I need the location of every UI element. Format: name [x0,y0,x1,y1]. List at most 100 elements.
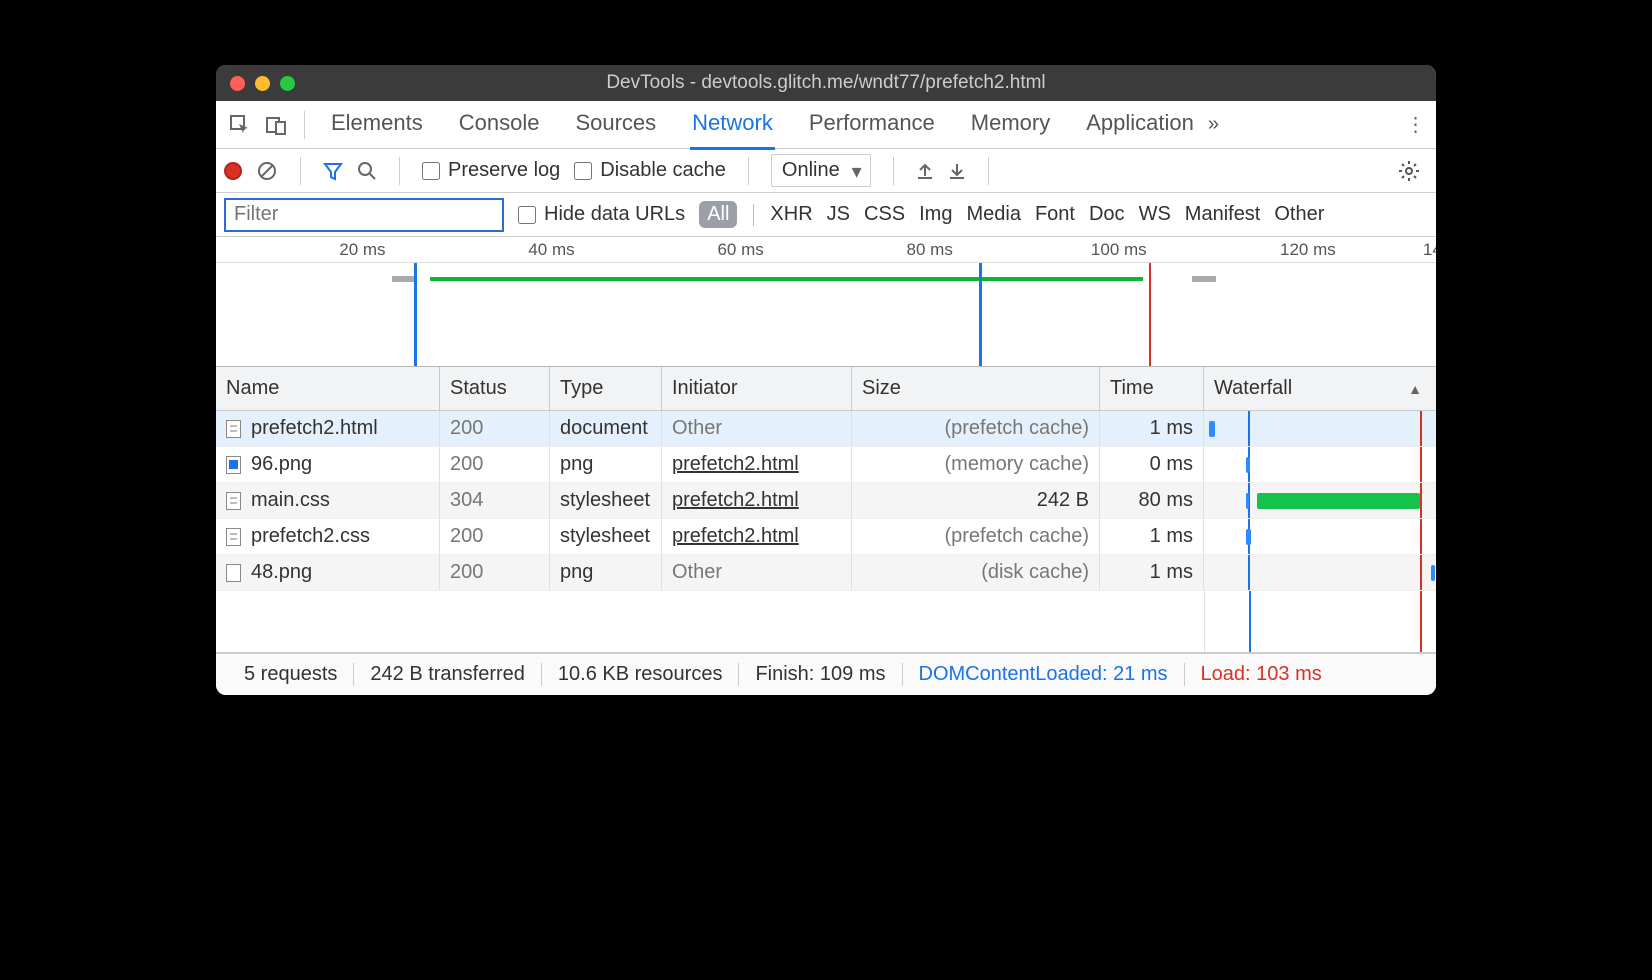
tab-memory[interactable]: Memory [969,100,1052,150]
filter-type-media[interactable]: Media [966,203,1020,226]
zoom-window-button[interactable] [280,76,295,91]
column-type[interactable]: Type [550,367,662,410]
load-line [1420,447,1422,482]
request-size: (prefetch cache) [852,519,1100,554]
status-load: Load: 103 ms [1185,663,1338,686]
clear-icon[interactable] [256,160,278,182]
hide-data-urls-checkbox[interactable]: Hide data URLs [518,203,685,226]
request-name: prefetch2.html [251,417,378,440]
filter-type-all[interactable]: All [699,201,737,228]
request-status: 200 [440,555,550,590]
preserve-log-checkbox[interactable]: Preserve log [422,159,560,182]
request-type: stylesheet [550,483,662,518]
timeline-tick: 80 ms [907,240,953,260]
request-status: 200 [440,411,550,446]
filter-input[interactable] [224,198,504,232]
column-name[interactable]: Name [216,367,440,410]
column-status[interactable]: Status [440,367,550,410]
customize-menu-button[interactable]: ⋮ [1403,112,1428,137]
main-tabs-row: Elements Console Sources Network Performance… [216,101,1436,149]
status-domcontentloaded: DOMContentLoaded: 21 ms [903,663,1185,686]
filter-type-doc[interactable]: Doc [1089,203,1125,226]
filter-icon[interactable] [323,161,343,181]
hide-data-urls-label: Hide data URLs [544,203,685,226]
load-line [1420,519,1422,554]
request-row[interactable]: prefetch2.css200stylesheetprefetch2.html… [216,519,1436,555]
download-har-icon[interactable] [948,162,966,180]
request-status: 200 [440,519,550,554]
column-waterfall[interactable]: Waterfall [1204,367,1436,410]
document-icon [226,420,241,438]
load-line [1420,555,1422,590]
request-name: prefetch2.css [251,525,370,548]
close-window-button[interactable] [230,76,245,91]
timeline-segment [1192,276,1216,282]
requests-table-body: prefetch2.html200documentOther(prefetch … [216,411,1436,591]
minimize-window-button[interactable] [255,76,270,91]
preserve-log-label: Preserve log [448,159,560,182]
filter-type-css[interactable]: CSS [864,203,905,226]
request-initiator[interactable]: prefetch2.html [672,525,799,548]
tab-performance[interactable]: Performance [807,100,937,150]
search-icon[interactable] [357,161,377,181]
timeline-tick: 40 ms [528,240,574,260]
throttling-select[interactable]: Online [771,154,871,187]
filter-type-manifest[interactable]: Manifest [1185,203,1261,226]
filter-type-xhr[interactable]: XHR [770,203,812,226]
dcl-line [1248,411,1250,446]
timeline-marker [414,263,417,366]
waterfall-bar [1431,565,1435,581]
request-initiator[interactable]: prefetch2.html [672,453,799,476]
timeline-segment [392,276,414,282]
divider [300,157,301,185]
tab-application[interactable]: Application [1084,100,1196,150]
status-requests: 5 requests [228,663,354,686]
timeline-marker [979,263,982,366]
upload-har-icon[interactable] [916,162,934,180]
record-button[interactable] [224,162,242,180]
request-initiator[interactable]: prefetch2.html [672,489,799,512]
filter-type-js[interactable]: JS [827,203,850,226]
tab-elements[interactable]: Elements [329,100,425,150]
request-row[interactable]: 48.png200pngOther(disk cache)1 ms [216,555,1436,591]
throttling-value: Online [782,159,840,181]
request-type: document [550,411,662,446]
timeline-marker [1149,263,1151,366]
load-line [1420,591,1422,652]
request-waterfall [1204,555,1436,590]
device-toolbar-icon[interactable] [260,109,292,141]
dcl-line [1248,555,1250,590]
tab-console[interactable]: Console [457,100,542,150]
tab-sources[interactable]: Sources [573,100,658,150]
request-row[interactable]: 96.png200pngprefetch2.html(memory cache)… [216,447,1436,483]
divider [988,157,989,185]
inspect-element-icon[interactable] [224,109,256,141]
timeline-overview[interactable]: 20 ms40 ms60 ms80 ms100 ms120 ms14 [216,237,1436,367]
load-line [1420,483,1422,518]
divider [748,157,749,185]
settings-icon[interactable] [1398,160,1420,182]
column-size[interactable]: Size [852,367,1100,410]
image-icon [226,456,241,474]
filter-type-ws[interactable]: WS [1139,203,1171,226]
timeline-tick: 20 ms [339,240,385,260]
filter-type-font[interactable]: Font [1035,203,1075,226]
request-initiator: Other [672,417,722,440]
filter-type-other[interactable]: Other [1274,203,1324,226]
column-time[interactable]: Time [1100,367,1204,410]
request-size: (prefetch cache) [852,411,1100,446]
status-bar: 5 requests 242 B transferred 10.6 KB res… [216,653,1436,695]
divider [304,111,305,139]
tabs-overflow-button[interactable]: » [1200,113,1227,136]
divider [893,157,894,185]
column-initiator[interactable]: Initiator [662,367,852,410]
request-row[interactable]: main.css304stylesheetprefetch2.html242 B… [216,483,1436,519]
filter-type-img[interactable]: Img [919,203,952,226]
divider [399,157,400,185]
request-row[interactable]: prefetch2.html 200document Other (prefetch … [216,411,1436,447]
disable-cache-checkbox[interactable]: Disable cache [574,159,726,182]
tab-network[interactable]: Network [690,100,775,150]
waterfall-bar [1246,457,1250,473]
document-icon [226,492,241,510]
timeline-activity-bar [430,277,1144,281]
